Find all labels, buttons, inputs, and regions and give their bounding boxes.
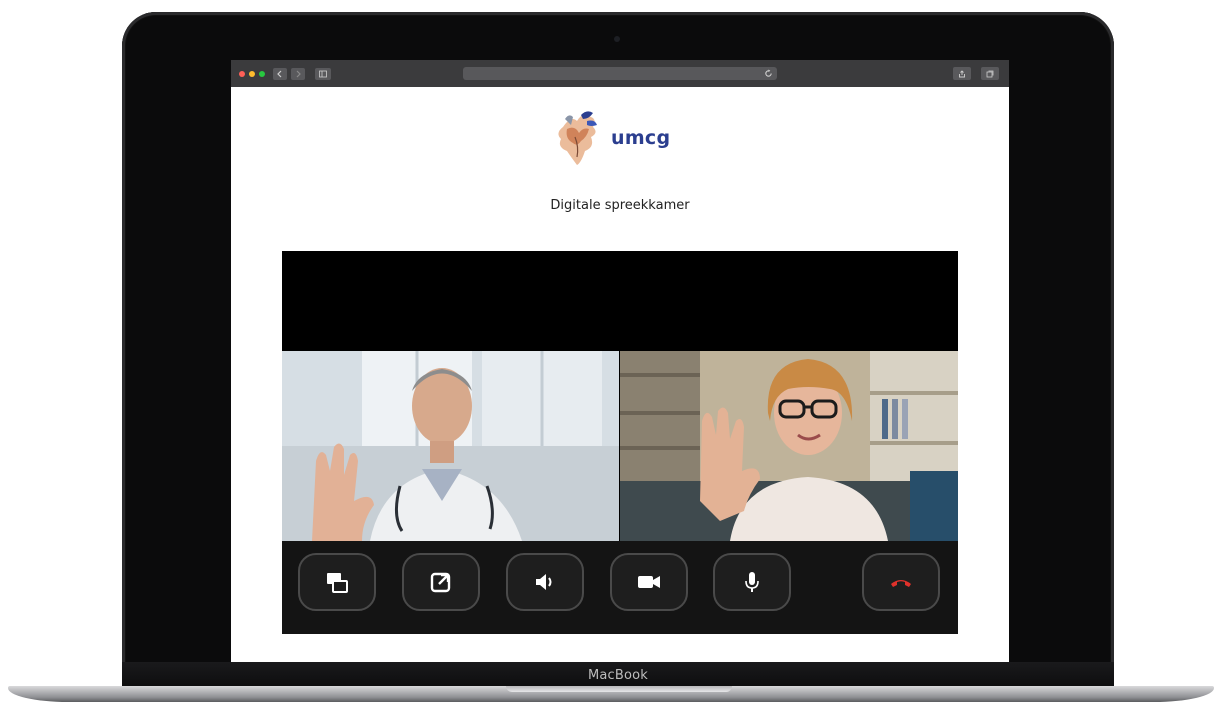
laptop-bezel-bottom: MacBook [122,662,1114,688]
hang-up-button[interactable] [862,553,940,611]
popout-button[interactable] [402,553,480,611]
patient-video-image [620,351,958,541]
webcam-dot [614,36,620,42]
microphone-button[interactable] [713,553,791,611]
page-title: Digitale spreekkamer [550,198,690,213]
window-controls [239,70,265,77]
doctor-video-image [282,351,619,541]
video-camera-icon [638,576,660,588]
screen: umcg Digitale spreekkamer [231,60,1009,662]
toolbar-right [949,67,999,80]
back-button[interactable] [273,67,287,80]
forward-button[interactable] [291,67,305,80]
phone-hangup-icon [891,580,911,587]
video-call-panel [282,251,958,634]
reload-icon[interactable] [764,69,773,78]
umcg-wordmark: umcg [611,127,671,149]
umcg-logo-icon [558,111,597,165]
speaker-icon [536,574,552,590]
close-window-icon[interactable] [239,70,245,77]
tabs-button[interactable] [981,67,999,80]
video-tile-patient [620,351,958,541]
address-bar[interactable] [463,67,777,80]
external-link-icon [430,572,451,593]
layout-icon [327,573,348,593]
switch-layout-button[interactable] [298,553,376,611]
microphone-icon [745,572,759,592]
chevron-right-icon [296,70,301,77]
zoom-window-icon[interactable] [259,70,265,77]
laptop-opening-notch [506,686,732,692]
speaker-button[interactable] [506,553,584,611]
browser-toolbar [231,60,1009,87]
share-icon [959,69,965,77]
tabs-icon [986,70,994,77]
video-tile-doctor [282,351,619,541]
sidebar-icon [319,70,327,77]
minimize-window-icon[interactable] [249,70,255,77]
umcg-logo[interactable]: umcg [553,107,670,169]
laptop-brand-label: MacBook [587,667,649,683]
share-button[interactable] [953,67,971,80]
call-controls-bar [282,541,958,634]
chevron-left-icon [277,70,282,77]
camera-button[interactable] [610,553,688,611]
sidebar-toggle-button[interactable] [315,67,331,80]
